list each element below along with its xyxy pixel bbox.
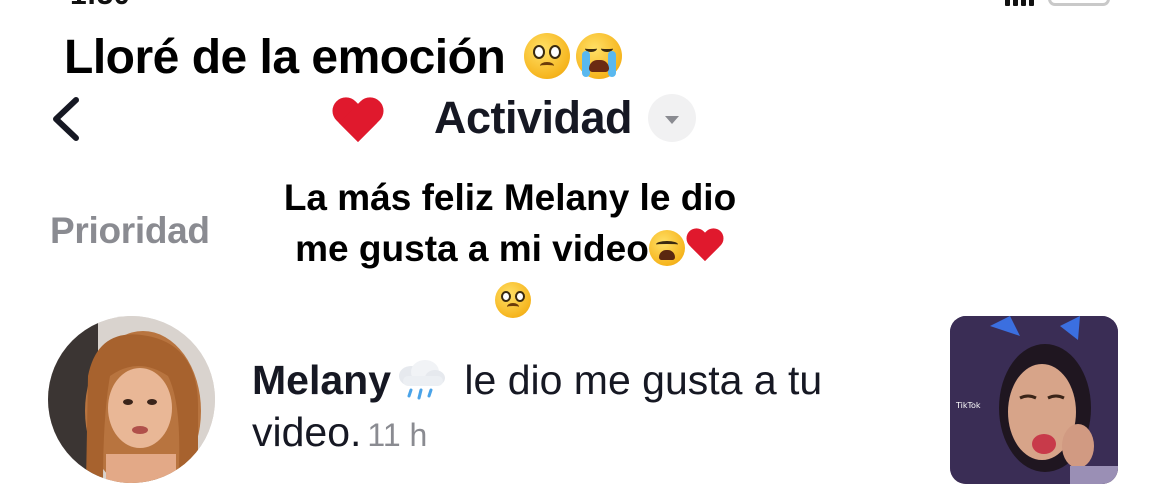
notification-item[interactable]: Melany le dio me gusta a tu video.11 h [0, 310, 1170, 488]
caption-center-line1: La más feliz Melany le dio [283, 177, 737, 218]
tiktok-watermark: TikTok [955, 401, 981, 410]
status-time: 1:50 [70, 0, 130, 12]
activity-filter-dropdown[interactable]: Actividad [434, 92, 697, 144]
battery-icon [1048, 0, 1110, 6]
status-icons [1005, 0, 1110, 6]
signal-icon [1005, 0, 1034, 6]
caption-center-line2: me gusta a mi video [295, 228, 649, 269]
status-bar: 1:50 [0, 0, 1170, 12]
pleading-face-emoji-icon [524, 33, 571, 79]
cloud-with-rain-emoji-icon [393, 360, 449, 400]
video-thumbnail-image: TikTok [950, 316, 1118, 484]
caret-down-icon [648, 94, 697, 142]
caption-overlay-center: La más feliz Melany le dio me gusta a mi… [250, 172, 770, 325]
caption-top-text: Lloré de la emoción [64, 31, 506, 84]
back-button[interactable] [46, 96, 92, 142]
user-avatar[interactable] [48, 316, 215, 483]
page-title: Actividad [434, 92, 633, 143]
avatar-portrait-icon [48, 316, 215, 483]
weary-face-emoji-icon [648, 230, 685, 266]
loudly-crying-face-emoji-icon [576, 33, 623, 79]
red-heart-emoji-icon [685, 229, 725, 265]
notification-text: Melany le dio me gusta a tu video. 11 h [252, 354, 892, 461]
red-heart-emoji-icon [331, 98, 385, 148]
notification-time: 11 h [367, 417, 428, 453]
section-label-priority: Prioridad [50, 210, 210, 251]
video-thumbnail[interactable]: TikTok [950, 316, 1118, 484]
notification-username[interactable]: Melany [252, 357, 391, 403]
caption-center-line2-wrap: me gusta a mi video [250, 223, 770, 274]
chevron-left-icon [53, 97, 79, 141]
caption-overlay-top: Lloré de la emoción [64, 30, 623, 85]
